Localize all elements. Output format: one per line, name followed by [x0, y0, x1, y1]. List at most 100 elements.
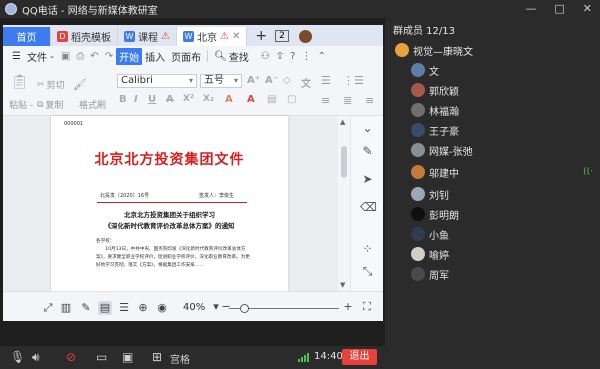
zoom-out-button[interactable]: −: [219, 300, 233, 314]
fit-page-icon[interactable]: ⤢: [41, 301, 55, 315]
member-item[interactable]: 周军: [385, 264, 600, 284]
italic-button[interactable]: I: [134, 94, 138, 105]
tab-beijing[interactable]: W 北京 ⚠ ✕: [176, 27, 248, 46]
pen-icon[interactable]: ✎: [360, 144, 375, 159]
minimize-button[interactable]: —: [525, 2, 536, 15]
eraser-icon[interactable]: ⌫: [360, 200, 377, 215]
char-shading-icon[interactable]: ▤: [267, 94, 276, 105]
strikethrough-button[interactable]: A: [166, 94, 174, 105]
zoom-slider-knob[interactable]: [240, 304, 249, 313]
document-canvas[interactable]: 000001 北京北方投资集团文件 北投发〔2020〕16号 签发人：李俊生 北…: [3, 116, 338, 291]
edit-mode-icon[interactable]: ✎: [79, 301, 93, 315]
format-painter-button[interactable]: 格式刷: [79, 98, 106, 111]
member-item[interactable]: 视觉—康晓文: [385, 40, 600, 60]
user-avatar[interactable]: [298, 30, 312, 43]
speaker-icon[interactable]: 🔊︎: [32, 350, 40, 364]
font-size-select[interactable]: 五号 ▾: [200, 74, 242, 88]
clear-format-icon[interactable]: ◇: [283, 75, 291, 86]
menu-start[interactable]: 开始: [116, 47, 143, 65]
scroll-down-icon[interactable]: ▼: [340, 281, 345, 289]
highlight-button[interactable]: A: [225, 94, 233, 105]
collaborate-icon[interactable]: ⚇: [258, 51, 273, 62]
scroll-up-icon[interactable]: ▲: [340, 118, 345, 126]
document-page[interactable]: 000001 北京北方投资集团文件 北投发〔2020〕16号 签发人：李俊生 北…: [51, 116, 288, 291]
print-icon[interactable]: ⎙: [73, 51, 87, 62]
search-button[interactable]: 🔍︎ 查找: [211, 49, 252, 64]
close-tab-icon[interactable]: ✕: [232, 31, 240, 42]
align-center-icon[interactable]: ≣: [343, 94, 352, 107]
member-item[interactable]: 小鱼: [385, 224, 600, 244]
align-right-icon[interactable]: ≡: [365, 94, 374, 107]
member-item[interactable]: 喻婷: [385, 244, 600, 264]
tab-templates[interactable]: D 稻壳模板: [51, 27, 118, 46]
close-button[interactable]: ✕: [583, 2, 592, 15]
shared-screen[interactable]: 首页 D 稻壳模板 W 课程 ⚠ W 北京 ⚠ ✕ + 2 ☰ 文件 ⌄ ▣ ⎙ …: [3, 25, 383, 321]
underline-button[interactable]: U: [148, 94, 156, 105]
menu-insert[interactable]: 插入: [142, 49, 168, 64]
member-item[interactable]: 文: [385, 60, 600, 80]
tab-course[interactable]: W 课程 ⚠: [118, 27, 177, 46]
doc-serial-number: 000001: [64, 121, 84, 127]
member-name: 林福瀚: [429, 106, 459, 118]
fullscreen-icon[interactable]: ⛶: [360, 300, 374, 314]
avatar: [411, 63, 425, 77]
subscript-button[interactable]: X₂: [203, 94, 214, 104]
grow-font-icon[interactable]: A⁺: [247, 75, 260, 86]
collapse-icon[interactable]: ⌄: [360, 121, 375, 136]
member-item[interactable]: 王子豪: [385, 120, 600, 140]
outline-view-icon[interactable]: ☰: [117, 301, 131, 315]
microphone-icon[interactable]: 🎙︎: [10, 350, 25, 364]
align-left-icon[interactable]: ≡: [321, 94, 330, 107]
scroll-thumb[interactable]: [341, 146, 347, 178]
web-view-icon[interactable]: ⊕: [136, 301, 150, 315]
screen-share-icon[interactable]: ▭: [96, 350, 107, 364]
invite-icon[interactable]: ▣: [122, 350, 133, 364]
pointer-icon[interactable]: ➤: [360, 172, 375, 187]
member-item[interactable]: 林福瀚: [385, 100, 600, 120]
member-item[interactable]: 邬建中 ((·: [385, 162, 600, 182]
superscript-button[interactable]: X²: [183, 94, 194, 104]
save-icon[interactable]: ▣: [58, 51, 73, 62]
member-item[interactable]: 郭欣颖: [385, 80, 600, 100]
exit-call-button[interactable]: 退出: [342, 349, 377, 365]
page-view-icon[interactable]: ▤: [98, 301, 112, 315]
undo-icon[interactable]: ↶: [87, 51, 101, 62]
zoom-slider[interactable]: [229, 304, 339, 313]
grid-layout-icon[interactable]: ⊞: [152, 350, 162, 364]
bullet-list-icon[interactable]: ☰: [321, 74, 331, 87]
read-mode-icon[interactable]: ▥: [59, 301, 73, 315]
char-border-icon[interactable]: ▢: [287, 94, 296, 105]
phonetic-icon[interactable]: 文: [301, 75, 311, 90]
paste-button[interactable]: 粘贴 ⌄: [9, 98, 34, 111]
menu-page-layout[interactable]: 页面布: [168, 49, 204, 64]
layout-label[interactable]: 宫格: [170, 351, 190, 366]
collapse-ribbon-icon[interactable]: ⌃: [314, 51, 328, 62]
member-item[interactable]: 刘钊: [385, 184, 600, 204]
numbered-list-icon[interactable]: ⋮☰: [343, 74, 364, 87]
font-color-button[interactable]: A: [247, 94, 255, 105]
vertical-scrollbar[interactable]: ▲ ▼: [338, 116, 350, 291]
eye-protection-icon[interactable]: ◉: [155, 301, 169, 315]
new-tab-button[interactable]: +: [255, 27, 267, 46]
maximize-button[interactable]: □: [554, 2, 564, 15]
copy-button[interactable]: ⧉ 复制: [37, 98, 63, 112]
member-item[interactable]: 网媒-张弛: [385, 140, 600, 160]
file-menu[interactable]: 文件 ⌄: [24, 49, 58, 64]
hamburger-menu-icon[interactable]: ☰: [9, 51, 24, 62]
camera-off-icon[interactable]: ⊘: [66, 350, 76, 364]
exit-fullscreen-icon[interactable]: ⤡: [360, 264, 375, 279]
share-icon[interactable]: ⇪: [273, 51, 287, 62]
member-item[interactable]: 彭明朗: [385, 204, 600, 224]
zoom-in-button[interactable]: +: [341, 300, 355, 314]
font-select[interactable]: Calibri ▾: [117, 74, 197, 88]
more-icon[interactable]: ⋮: [298, 51, 314, 62]
shrink-font-icon[interactable]: A⁻: [265, 75, 278, 86]
zoom-level[interactable]: 40%: [183, 302, 205, 313]
help-icon[interactable]: ?: [287, 51, 298, 62]
cut-button[interactable]: ✂ 剪切: [37, 78, 65, 92]
tab-count-badge[interactable]: 2: [275, 30, 289, 42]
redo-icon[interactable]: ↷: [102, 51, 116, 62]
tab-home[interactable]: 首页: [3, 27, 51, 46]
grid-icon[interactable]: ⁘: [360, 242, 375, 257]
bold-button[interactable]: B: [119, 94, 127, 105]
